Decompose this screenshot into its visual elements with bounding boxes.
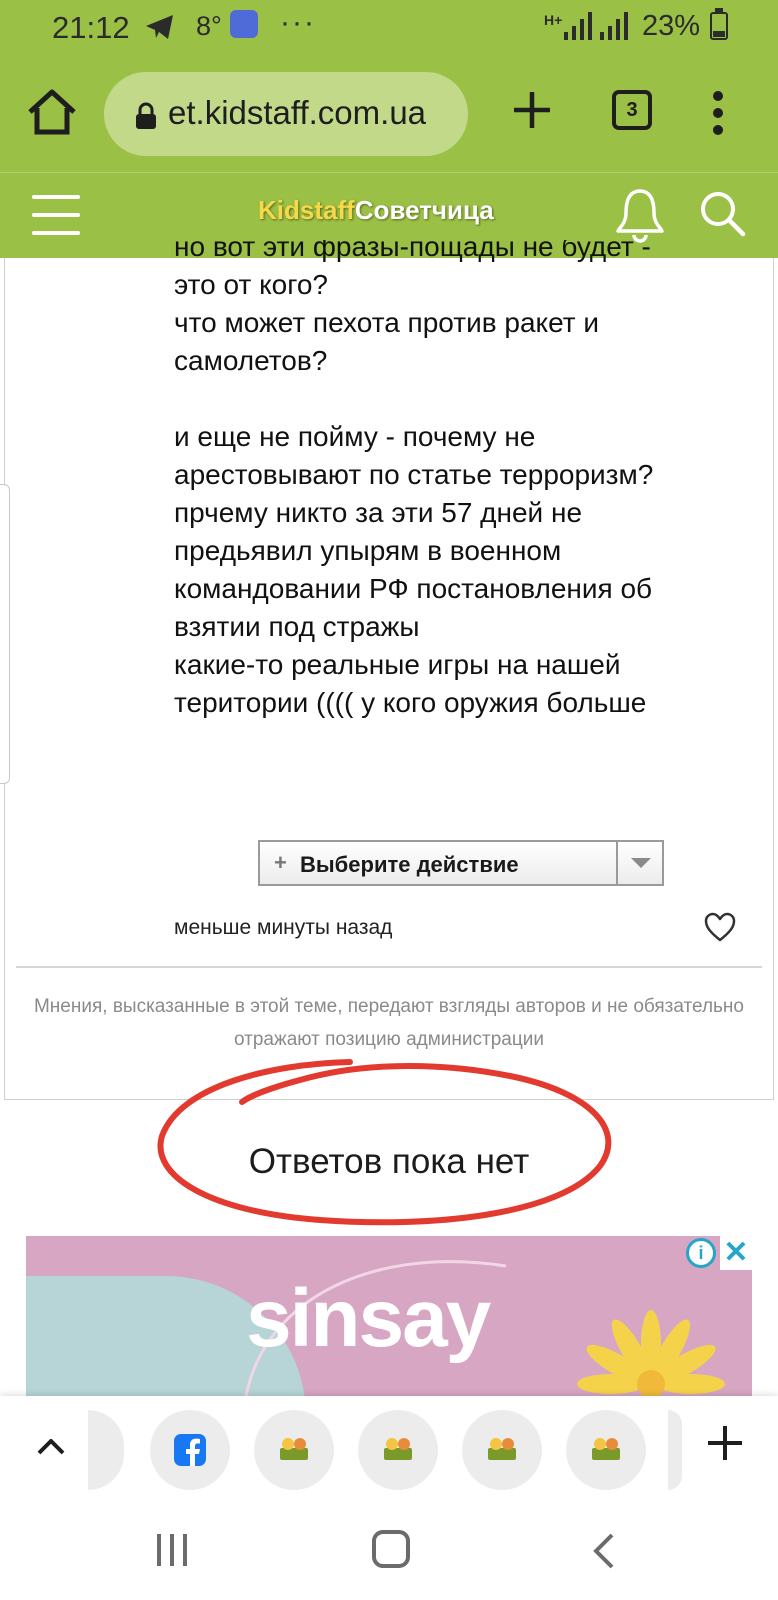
divider	[16, 966, 762, 968]
url-text: et.kidstaff.com.ua	[168, 94, 427, 131]
flower-icon	[577, 1310, 725, 1396]
action-select-label: Выберите действие	[300, 852, 519, 877]
post-line: предьявил упырям в военном	[174, 535, 562, 566]
kidstaff-site-icon	[592, 1438, 620, 1460]
post-line: взятии под стражы	[174, 611, 420, 642]
nav-home-icon[interactable]	[372, 1530, 410, 1568]
ad-banner[interactable]: sinsay	[26, 1236, 752, 1396]
status-bar: 21:12 8° ··· H+ 23%	[0, 0, 778, 56]
kidstaff-site-icon	[280, 1438, 308, 1460]
heart-icon[interactable]	[704, 912, 736, 942]
chevron-up-icon[interactable]	[34, 1430, 68, 1464]
more-vert-icon[interactable]	[710, 90, 726, 136]
post-line: територии (((( у кого оружия больше	[174, 687, 647, 718]
no-replies-text: Ответов пока нет	[248, 1142, 530, 1181]
ad-brand: sinsay	[246, 1273, 491, 1364]
telegram-icon	[146, 15, 173, 39]
signal-icon-2	[600, 12, 628, 40]
battery-percent: 23%	[642, 10, 701, 42]
logo-part1: Kidstaff	[258, 195, 355, 225]
shortcut-kidstaff-4[interactable]	[566, 1410, 646, 1490]
shortcut-kidstaff-3[interactable]	[462, 1410, 542, 1490]
post-line: арестовывают по статье терроризм?	[174, 459, 654, 490]
post-line: самолетов?	[174, 345, 328, 376]
home-icon[interactable]	[24, 84, 80, 140]
status-time: 21:12	[52, 10, 130, 45]
post-line: это от кого?	[174, 269, 328, 300]
post-line: но вот эти фразы-пощады не будет -	[174, 240, 651, 262]
quick-access-tray	[0, 1396, 778, 1500]
hamburger-icon[interactable]	[32, 195, 80, 235]
post-line: и еще не пойму - почему не	[174, 421, 536, 452]
site-logo[interactable]: KidstaffСоветчица	[258, 195, 494, 226]
shortcut-facebook[interactable]	[150, 1410, 230, 1490]
disclaimer: Мнения, высказанные в этой теме, передаю…	[33, 996, 744, 1050]
ad-info-icon[interactable]: i	[686, 1238, 716, 1268]
tab-count-button[interactable]: 3	[612, 90, 652, 130]
facebook-icon	[174, 1434, 206, 1466]
action-select-arrow[interactable]	[616, 842, 662, 884]
post-timestamp: меньше минуты назад	[174, 916, 393, 939]
kidstaff-site-icon	[384, 1438, 412, 1460]
signal-icon-1	[564, 12, 592, 40]
address-bar[interactable]: et.kidstaff.com.ua	[104, 72, 468, 156]
post-blank-line	[174, 380, 754, 418]
plus-icon: +	[274, 850, 287, 875]
post-line: командовании РФ постановления об	[174, 573, 653, 604]
status-temperature: 8°	[196, 11, 222, 41]
post-line: прчему никто за эти 57 дней не	[174, 497, 583, 528]
post-line: что может пехота против ракет и	[174, 307, 599, 338]
post-body: но вот эти фразы-пощады не будет - это от…	[174, 240, 754, 740]
network-type: H+	[544, 12, 563, 28]
shortcut-kidstaff-1[interactable]	[254, 1410, 334, 1490]
lock-icon	[136, 102, 156, 129]
chevron-down-icon	[631, 858, 651, 868]
browser-toolbar: et.kidstaff.com.ua 3	[0, 56, 778, 172]
shortcut-kidstaff-2[interactable]	[358, 1410, 438, 1490]
battery-icon	[710, 8, 728, 40]
shortcut-partial-right[interactable]	[668, 1410, 682, 1490]
search-icon[interactable]	[698, 189, 748, 239]
logo-part2: Советчица	[354, 195, 494, 225]
cleaner-app-icon	[230, 10, 258, 38]
bell-icon[interactable]	[614, 187, 666, 243]
system-nav-bar	[0, 1500, 778, 1600]
nav-back-icon[interactable]	[592, 1532, 616, 1570]
plus-icon[interactable]	[706, 1424, 744, 1462]
new-tab-icon[interactable]	[510, 88, 554, 132]
action-select[interactable]: + Выберите действие	[258, 840, 664, 886]
status-more-icon: ···	[280, 6, 316, 39]
kidstaff-site-icon	[488, 1438, 516, 1460]
edge-panel-handle[interactable]	[0, 484, 10, 784]
shortcut-partial[interactable]	[88, 1410, 124, 1490]
ad-close-icon[interactable]: ✕	[720, 1236, 752, 1270]
post-line: какие-то реальные игры на нашей	[174, 649, 621, 680]
recent-apps-icon[interactable]	[154, 1532, 190, 1568]
